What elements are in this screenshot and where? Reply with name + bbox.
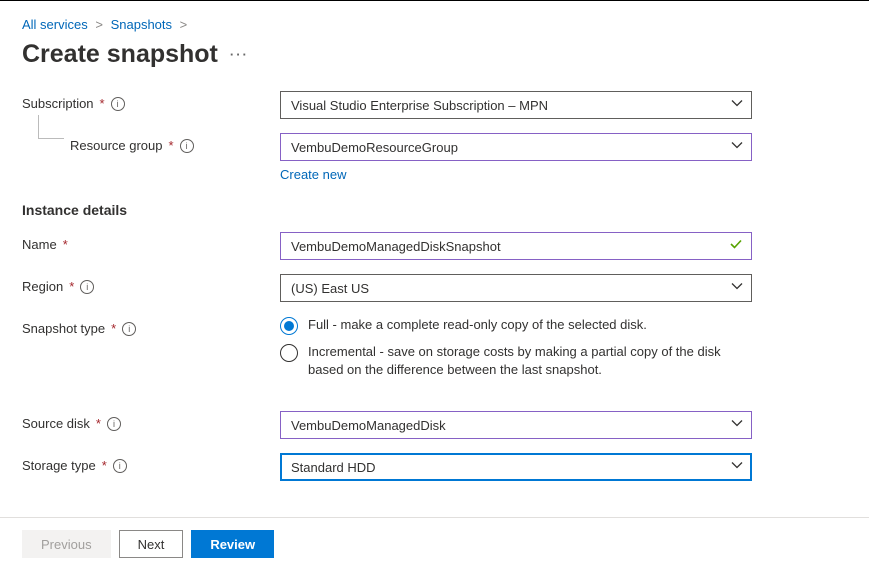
review-button[interactable]: Review bbox=[191, 530, 274, 558]
more-actions-button[interactable]: ··· bbox=[230, 47, 249, 62]
breadcrumb: All services > Snapshots > bbox=[22, 11, 847, 36]
snapshot-type-label: Snapshot type bbox=[22, 321, 105, 336]
info-icon[interactable]: i bbox=[107, 417, 121, 431]
previous-button: Previous bbox=[22, 530, 111, 558]
required-indicator: * bbox=[96, 416, 101, 431]
resource-group-value: VembuDemoResourceGroup bbox=[291, 140, 458, 155]
required-indicator: * bbox=[169, 138, 174, 153]
breadcrumb-snapshots[interactable]: Snapshots bbox=[111, 17, 172, 32]
required-indicator: * bbox=[111, 321, 116, 336]
radio-icon bbox=[280, 317, 298, 335]
chevron-down-icon bbox=[731, 98, 743, 113]
breadcrumb-separator: > bbox=[176, 17, 192, 32]
next-button[interactable]: Next bbox=[119, 530, 184, 558]
chevron-down-icon bbox=[731, 460, 743, 475]
storage-type-label: Storage type bbox=[22, 458, 96, 473]
chevron-down-icon bbox=[731, 140, 743, 155]
footer-bar: Previous Next Review bbox=[0, 517, 869, 570]
create-new-link[interactable]: Create new bbox=[280, 167, 346, 182]
info-icon[interactable]: i bbox=[113, 459, 127, 473]
required-indicator: * bbox=[69, 279, 74, 294]
snapshot-type-incremental-text: Incremental - save on storage costs by m… bbox=[308, 343, 748, 379]
page-title: Create snapshot bbox=[22, 40, 218, 69]
breadcrumb-separator: > bbox=[91, 17, 107, 32]
required-indicator: * bbox=[100, 96, 105, 111]
chevron-down-icon bbox=[731, 281, 743, 296]
subscription-label: Subscription bbox=[22, 96, 94, 111]
source-disk-label: Source disk bbox=[22, 416, 90, 431]
info-icon[interactable]: i bbox=[180, 139, 194, 153]
region-value: (US) East US bbox=[291, 281, 369, 296]
resource-group-select[interactable]: VembuDemoResourceGroup bbox=[280, 133, 752, 161]
info-icon[interactable]: i bbox=[122, 322, 136, 336]
check-icon bbox=[729, 237, 743, 255]
region-label: Region bbox=[22, 279, 63, 294]
subscription-select[interactable]: Visual Studio Enterprise Subscription – … bbox=[280, 91, 752, 119]
snapshot-type-full-radio[interactable]: Full - make a complete read-only copy of… bbox=[280, 316, 752, 335]
info-icon[interactable]: i bbox=[80, 280, 94, 294]
required-indicator: * bbox=[63, 237, 68, 252]
resource-group-label: Resource group bbox=[70, 138, 163, 153]
breadcrumb-all-services[interactable]: All services bbox=[22, 17, 88, 32]
snapshot-type-full-text: Full - make a complete read-only copy of… bbox=[308, 316, 647, 334]
chevron-down-icon bbox=[731, 418, 743, 433]
source-disk-select[interactable]: VembuDemoManagedDisk bbox=[280, 411, 752, 439]
instance-details-heading: Instance details bbox=[22, 202, 847, 218]
name-label: Name bbox=[22, 237, 57, 252]
info-icon[interactable]: i bbox=[111, 97, 125, 111]
name-input[interactable]: VembuDemoManagedDiskSnapshot bbox=[280, 232, 752, 260]
snapshot-type-radio-group: Full - make a complete read-only copy of… bbox=[280, 316, 752, 379]
name-value: VembuDemoManagedDiskSnapshot bbox=[291, 239, 501, 254]
required-indicator: * bbox=[102, 458, 107, 473]
tree-connector bbox=[38, 115, 64, 139]
storage-type-value: Standard HDD bbox=[291, 460, 376, 475]
snapshot-type-incremental-radio[interactable]: Incremental - save on storage costs by m… bbox=[280, 343, 752, 379]
region-select[interactable]: (US) East US bbox=[280, 274, 752, 302]
storage-type-select[interactable]: Standard HDD bbox=[280, 453, 752, 481]
source-disk-value: VembuDemoManagedDisk bbox=[291, 418, 446, 433]
radio-icon bbox=[280, 344, 298, 362]
subscription-value: Visual Studio Enterprise Subscription – … bbox=[291, 98, 548, 113]
